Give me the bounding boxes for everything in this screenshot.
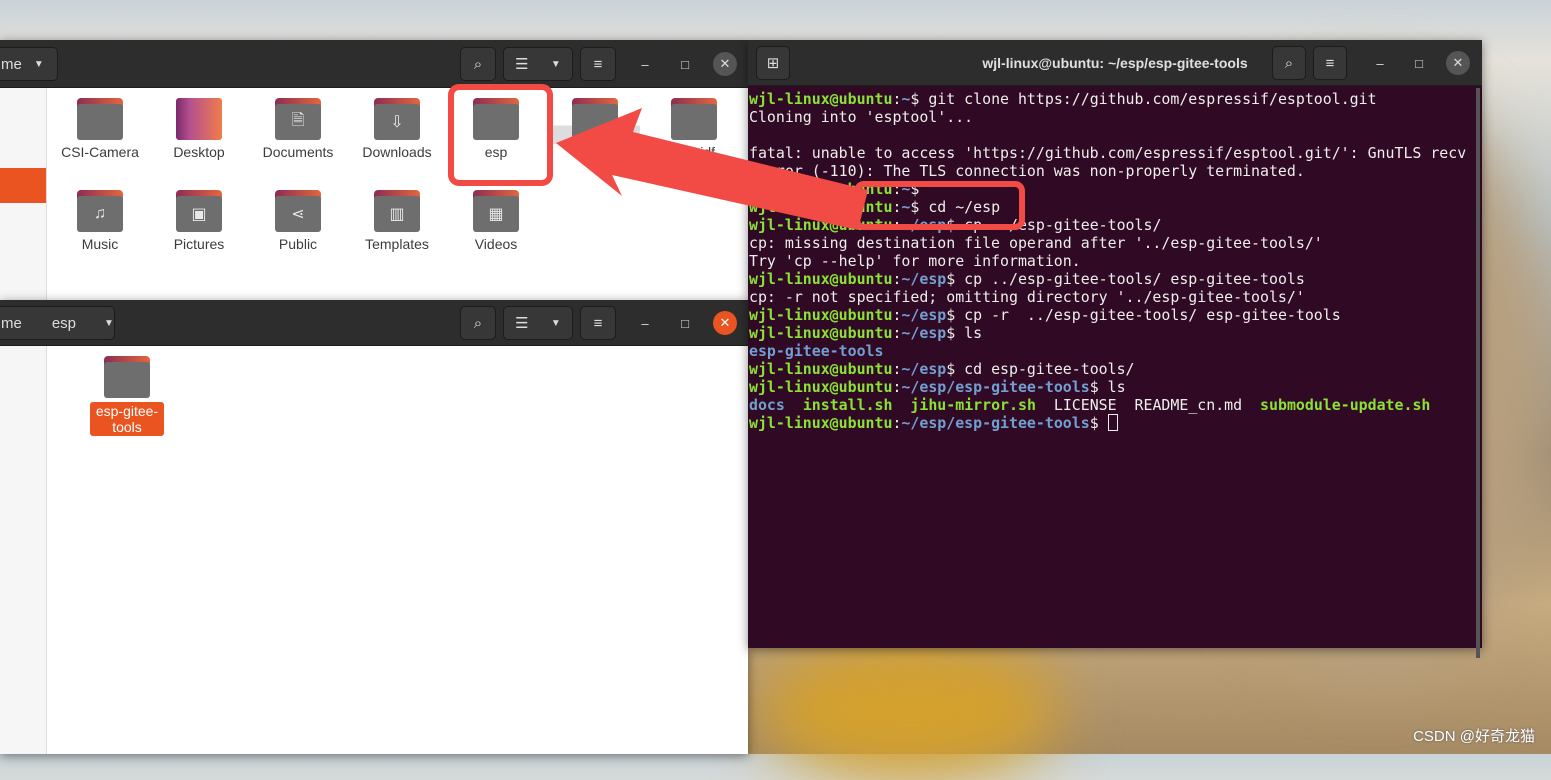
watermark: CSDN @好奇龙猫 bbox=[1413, 728, 1535, 745]
annotation-overlay bbox=[448, 84, 1025, 230]
highlight-box-esp-folder bbox=[448, 84, 553, 186]
highlight-box-cd-command bbox=[854, 181, 1025, 230]
arrow-icon bbox=[556, 108, 868, 230]
